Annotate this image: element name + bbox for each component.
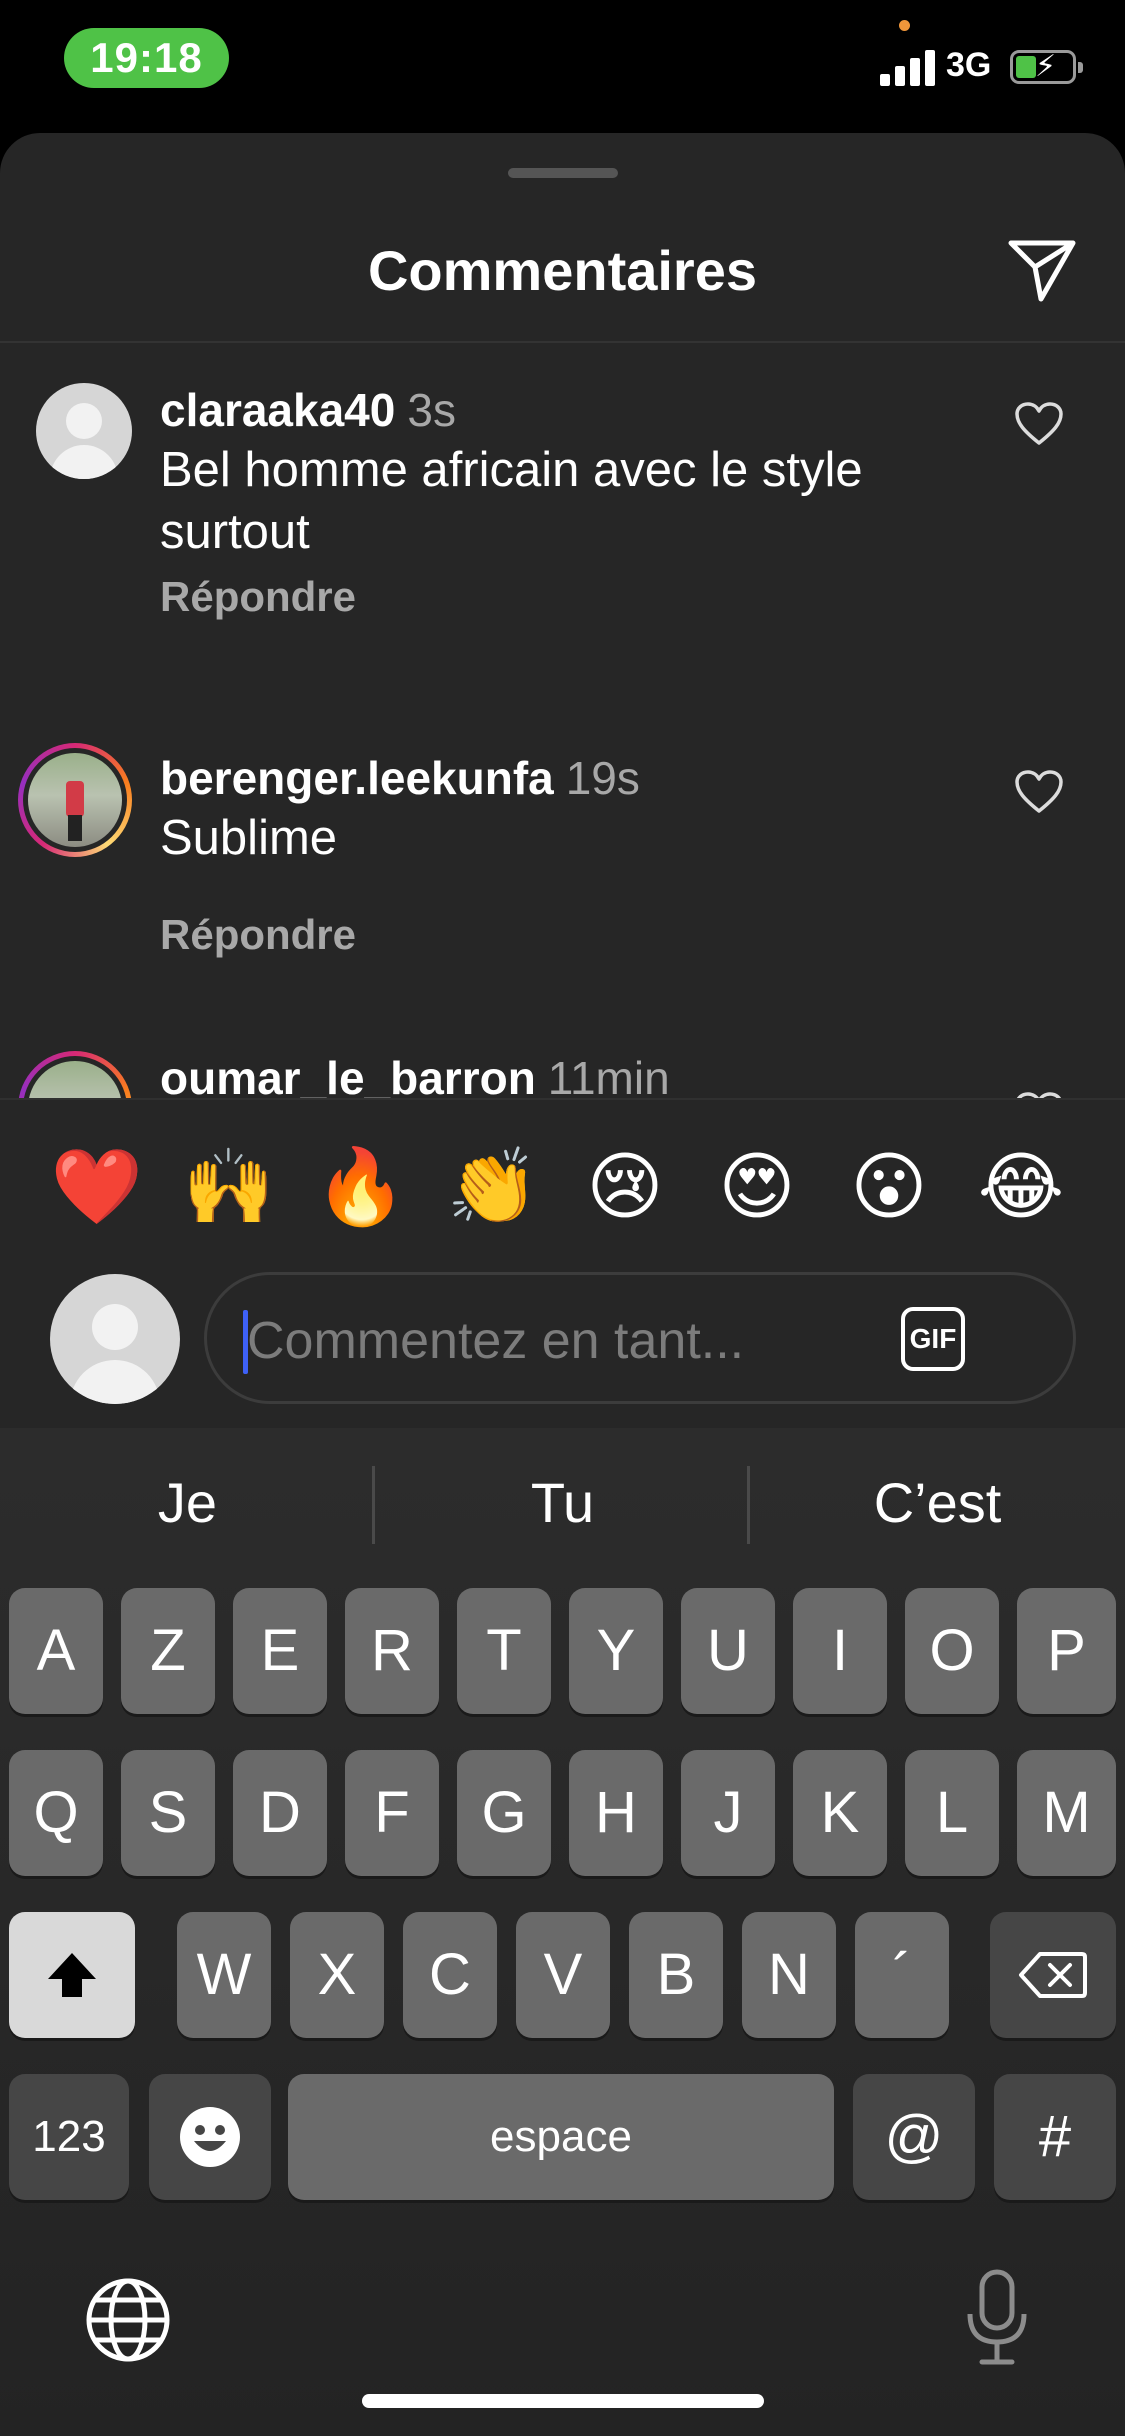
- emoji-face-icon: [180, 2107, 240, 2167]
- key-k[interactable]: K: [793, 1750, 887, 1876]
- shift-key[interactable]: [9, 1912, 135, 2038]
- sheet-title: Commentaires: [367, 239, 758, 302]
- comment-timestamp: 19s: [565, 752, 640, 804]
- key-v[interactable]: V: [516, 1912, 610, 2038]
- key-c[interactable]: C: [403, 1912, 497, 2038]
- reply-button[interactable]: Répondre: [160, 911, 356, 959]
- emoji-raising-hands-button[interactable]: 🙌: [179, 1142, 279, 1232]
- network-type: 3G: [946, 46, 992, 84]
- header-divider: [0, 341, 1125, 343]
- key-b[interactable]: B: [629, 1912, 723, 2038]
- emoji-key[interactable]: [149, 2074, 271, 2200]
- key-q[interactable]: Q: [9, 1750, 103, 1876]
- suggestion-3[interactable]: C’est: [750, 1470, 1125, 1535]
- comment-input-container[interactable]: GIF: [204, 1272, 1076, 1404]
- key-acute-accent[interactable]: ´: [855, 1912, 949, 2038]
- globe-icon[interactable]: [84, 2276, 172, 2364]
- key-t[interactable]: T: [457, 1588, 551, 1714]
- key-a[interactable]: A: [9, 1588, 103, 1714]
- comment-timestamp: 3s: [407, 384, 456, 436]
- avatar: [28, 753, 122, 847]
- sheet-grabber[interactable]: [508, 168, 618, 178]
- like-heart-icon[interactable]: [1014, 401, 1064, 447]
- comment-composer: ❤️ 🙌 🔥 👏 😢 😍 😮 😂 GIF: [0, 1098, 1125, 1428]
- key-p[interactable]: P: [1017, 1588, 1116, 1714]
- emoji-crying-button[interactable]: 😢: [575, 1142, 675, 1232]
- key-u[interactable]: U: [681, 1588, 775, 1714]
- key-m[interactable]: M: [1017, 1750, 1116, 1876]
- gif-button[interactable]: GIF: [901, 1307, 965, 1371]
- key-o[interactable]: O: [905, 1588, 999, 1714]
- key-s[interactable]: S: [121, 1750, 215, 1876]
- comment-username[interactable]: berenger.leekunfa 19s: [160, 751, 640, 805]
- key-y[interactable]: Y: [569, 1588, 663, 1714]
- send-icon[interactable]: [1005, 233, 1079, 307]
- emoji-heart-eyes-button[interactable]: 😍: [707, 1142, 807, 1232]
- comment-timestamp: 11min: [547, 1052, 670, 1104]
- comment-input[interactable]: [247, 1303, 867, 1379]
- comment-username[interactable]: claraaka40 3s: [160, 383, 456, 437]
- microphone-icon[interactable]: [962, 2268, 1032, 2368]
- key-d[interactable]: D: [233, 1750, 327, 1876]
- at-key[interactable]: @: [853, 2074, 975, 2200]
- comment-text: Bel homme africain avec le style surtout: [160, 443, 863, 559]
- comment-text: Sublime: [160, 811, 338, 865]
- key-e[interactable]: E: [233, 1588, 327, 1714]
- home-indicator[interactable]: [362, 2394, 764, 2408]
- backspace-key[interactable]: [990, 1912, 1116, 2038]
- avatar[interactable]: [36, 383, 132, 479]
- battery-charging-icon: ⚡: [1010, 50, 1083, 84]
- key-z[interactable]: Z: [121, 1588, 215, 1714]
- like-heart-icon[interactable]: [1014, 769, 1064, 815]
- suggestion-2[interactable]: Tu: [375, 1470, 750, 1535]
- key-j[interactable]: J: [681, 1750, 775, 1876]
- key-h[interactable]: H: [569, 1750, 663, 1876]
- cellular-signal-icon: [880, 50, 936, 86]
- key-r[interactable]: R: [345, 1588, 439, 1714]
- numbers-key[interactable]: 123: [9, 2074, 129, 2200]
- avatar-story-ring[interactable]: [18, 743, 132, 857]
- current-user-avatar: [50, 1274, 180, 1404]
- emoji-laughing-button[interactable]: 😂: [971, 1142, 1071, 1232]
- emoji-heart-button[interactable]: ❤️: [47, 1142, 147, 1232]
- emoji-surprised-button[interactable]: 😮: [839, 1142, 939, 1232]
- suggestion-1[interactable]: Je: [0, 1470, 375, 1535]
- status-bar: 19:18 3G ⚡: [0, 0, 1125, 130]
- key-f[interactable]: F: [345, 1750, 439, 1876]
- emoji-clapping-button[interactable]: 👏: [443, 1142, 543, 1232]
- key-g[interactable]: G: [457, 1750, 551, 1876]
- keyboard: Je Tu C’est A Z E R T Y U I O P Q S D F …: [0, 1428, 1125, 2436]
- key-l[interactable]: L: [905, 1750, 999, 1876]
- backspace-icon: [1019, 1952, 1087, 1998]
- space-key[interactable]: espace: [288, 2074, 834, 2200]
- comment-username[interactable]: oumar_le_barron 11min: [160, 1051, 670, 1105]
- key-w[interactable]: W: [177, 1912, 271, 2038]
- shift-arrow-icon: [48, 1953, 96, 1997]
- hash-key[interactable]: #: [994, 2074, 1116, 2200]
- privacy-indicator-dot: [899, 20, 910, 31]
- key-n[interactable]: N: [742, 1912, 836, 2038]
- key-x[interactable]: X: [290, 1912, 384, 2038]
- reply-button[interactable]: Répondre: [160, 573, 356, 621]
- emoji-fire-button[interactable]: 🔥: [311, 1142, 411, 1232]
- status-time[interactable]: 19:18: [64, 28, 229, 88]
- key-i[interactable]: I: [793, 1588, 887, 1714]
